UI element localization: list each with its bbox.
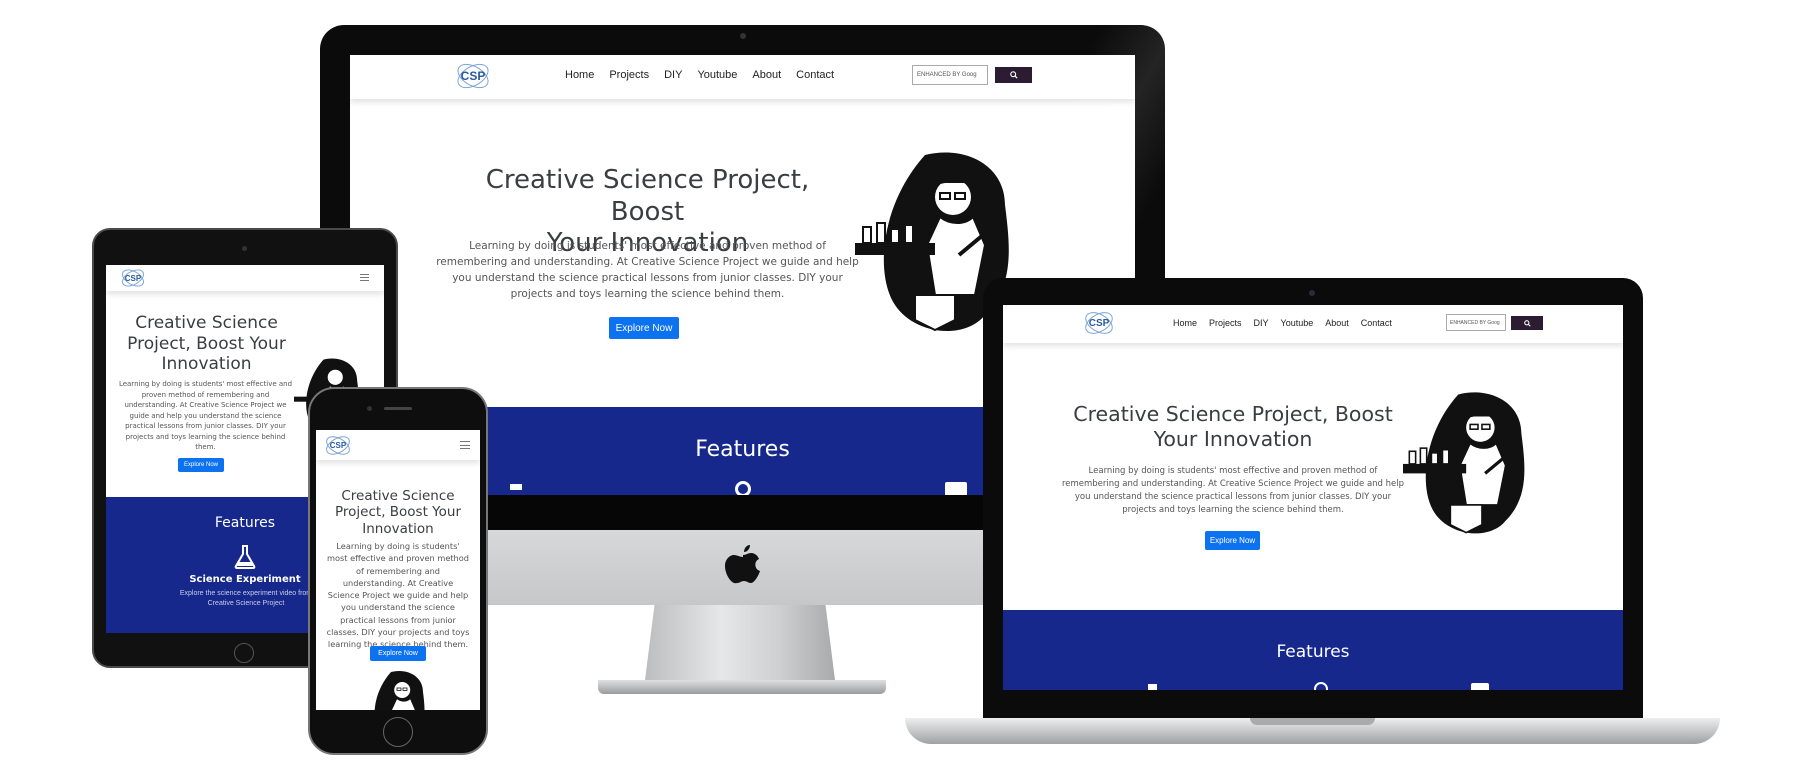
- site-logo[interactable]: CSP: [1081, 307, 1117, 339]
- navbar: CSP: [316, 430, 480, 460]
- laptop-notch: [1250, 718, 1375, 725]
- scientist-illustration: [374, 671, 425, 710]
- hero-title: Creative Science Project, Boost Your Inn…: [335, 488, 461, 537]
- explore-now-button[interactable]: Explore Now: [370, 646, 426, 661]
- search-icon: [1523, 319, 1531, 327]
- hamburger-icon[interactable]: [460, 441, 470, 449]
- screen-glare: [1010, 25, 1165, 285]
- phone-home-button: [383, 717, 413, 747]
- hero-title: Creative Science Project, Boost Your Inn…: [127, 313, 286, 375]
- site-logo[interactable]: CSP: [322, 432, 354, 458]
- nav-about[interactable]: About: [752, 69, 781, 81]
- nav-diy[interactable]: DIY: [664, 69, 682, 81]
- hamburger-icon[interactable]: [360, 274, 369, 281]
- explore-now-button[interactable]: Explore Now: [178, 458, 224, 472]
- imac-base: [598, 680, 886, 694]
- imac-camera: [740, 33, 746, 39]
- features-section: Features: [1003, 610, 1623, 690]
- explore-now-button[interactable]: Explore Now: [1205, 531, 1260, 550]
- nav-youtube[interactable]: Youtube: [697, 69, 737, 81]
- apple-logo-icon: [725, 545, 760, 584]
- phone-screen: CSP Creative Science Project, Boost Your…: [316, 430, 480, 710]
- hero-description: Learning by doing is students' most effe…: [326, 541, 470, 650]
- features-title: Features: [1276, 642, 1350, 662]
- nav-about[interactable]: About: [1325, 318, 1349, 328]
- nav-diy[interactable]: DIY: [1254, 318, 1269, 328]
- hero-description: Learning by doing is students' most effe…: [118, 380, 293, 451]
- nav-projects[interactable]: Projects: [609, 69, 649, 81]
- navbar: CSP Home Projects DIY Youtube About Cont…: [1003, 305, 1623, 343]
- feature-icon-3: [945, 482, 967, 495]
- phone-speaker: [384, 407, 412, 410]
- flask-icon: [1148, 684, 1157, 690]
- search-input[interactable]: ENHANCED BY Goog: [1446, 314, 1506, 331]
- feature-icon-2: [735, 481, 751, 495]
- search-input[interactable]: ENHANCED BY Goog: [912, 65, 988, 85]
- nav-youtube[interactable]: Youtube: [1281, 318, 1314, 328]
- laptop-screen: CSP Home Projects DIY Youtube About Cont…: [1003, 305, 1623, 690]
- hero-description: Learning by doing is students' most effe…: [436, 240, 859, 300]
- tablet-camera: [242, 246, 247, 251]
- tablet-home-button: [234, 643, 254, 663]
- flask-icon: [510, 484, 522, 490]
- laptop-camera: [1309, 290, 1315, 296]
- nav-menu: Home Projects DIY Youtube About Contact: [1173, 318, 1392, 328]
- imac-stand: [645, 605, 835, 680]
- explore-now-button[interactable]: Explore Now: [609, 317, 679, 339]
- hero-description: Learning by doing is students' most effe…: [1061, 466, 1405, 515]
- nav-projects[interactable]: Projects: [1209, 318, 1242, 328]
- feature-icon-3: [1471, 683, 1489, 690]
- nav-menu: Home Projects DIY Youtube About Contact: [565, 69, 834, 81]
- nav-home[interactable]: Home: [565, 69, 594, 81]
- flask-icon: [234, 545, 256, 569]
- phone-camera: [367, 406, 372, 411]
- site-logo[interactable]: CSP: [119, 265, 147, 291]
- nav-contact[interactable]: Contact: [1361, 318, 1392, 328]
- hero-title: Creative Science Project, Boost Your Inn…: [1073, 402, 1393, 451]
- search-button[interactable]: [1511, 316, 1543, 330]
- site-logo[interactable]: CSP: [453, 58, 493, 94]
- feature-1-text: Explore the science experiment video fro…: [179, 590, 313, 607]
- scientist-illustration: [1403, 392, 1525, 534]
- feature-icon-2: [1314, 682, 1328, 690]
- nav-contact[interactable]: Contact: [796, 69, 834, 81]
- nav-home[interactable]: Home: [1173, 318, 1197, 328]
- navbar: CSP: [106, 265, 384, 291]
